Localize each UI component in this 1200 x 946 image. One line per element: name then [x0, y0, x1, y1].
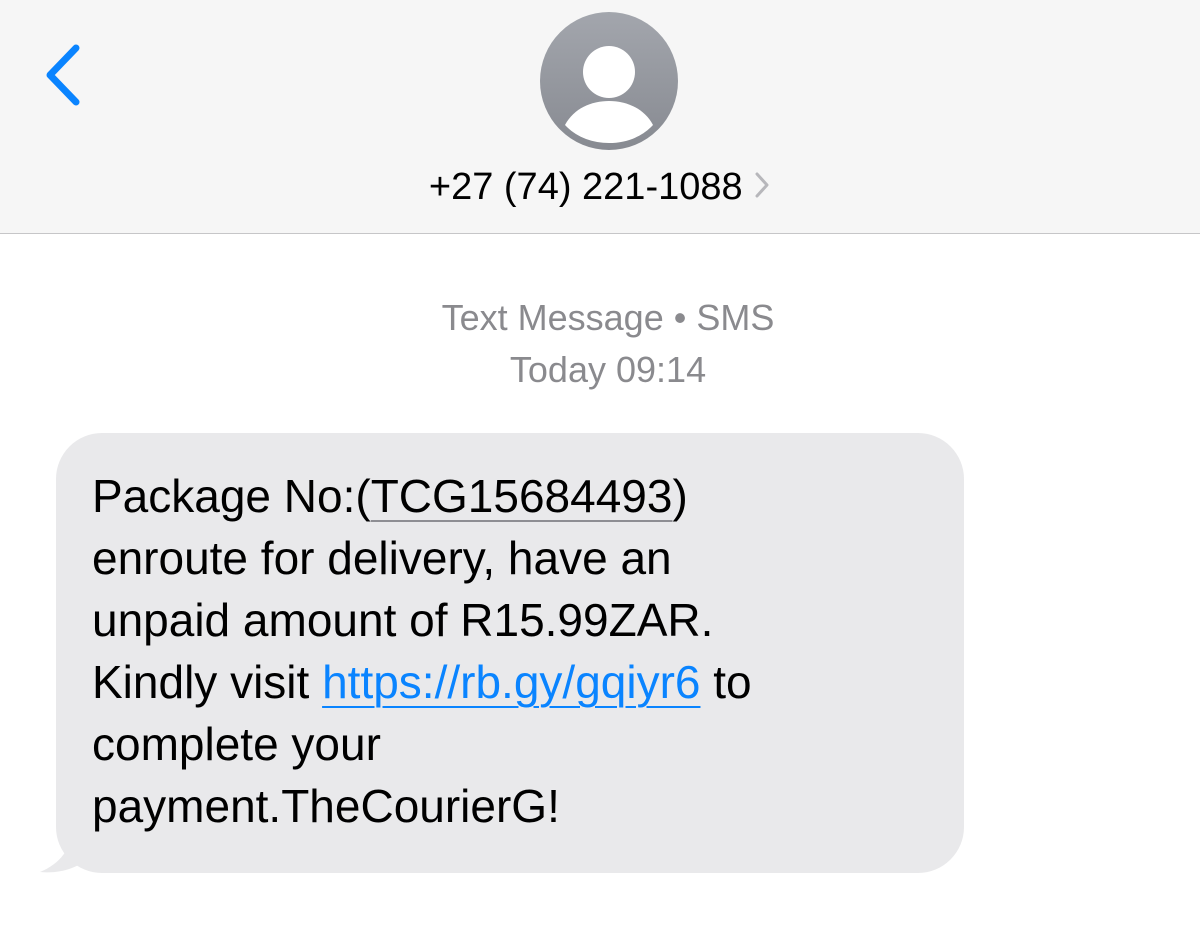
tracking-number[interactable]: TCG15684493	[371, 470, 673, 522]
message-link-lead: Kindly visit	[92, 656, 323, 708]
message-line-3: unpaid amount of R15.99ZAR.	[92, 594, 714, 646]
message-line-5: complete your	[92, 718, 381, 770]
avatar[interactable]	[540, 12, 678, 150]
conversation-header: +27 (74) 221-1088	[0, 0, 1200, 234]
message-link[interactable]: https://rb.gy/gqiyr6	[322, 656, 700, 708]
contact-details-button[interactable]: +27 (74) 221-1088	[0, 162, 1200, 212]
conversation-meta: Text Message • SMS Today 09:14	[0, 292, 1200, 396]
service-type: SMS	[696, 297, 775, 338]
message-line-2: enroute for delivery, have an	[92, 532, 672, 584]
timestamp-row: Today 09:14	[16, 344, 1200, 396]
back-button[interactable]	[38, 40, 88, 110]
message-bubble[interactable]: Package No:(TCG15684493) enroute for del…	[56, 433, 964, 873]
service-separator: •	[673, 297, 687, 338]
message-line-1: Package No:(TCG15684493)	[92, 465, 924, 527]
message-prefix: Package No:(	[92, 470, 371, 522]
chevron-left-icon	[46, 44, 80, 106]
message-line-4: Kindly visit https://rb.gy/gqiyr6 to	[92, 651, 924, 713]
chevron-right-icon	[755, 172, 769, 198]
timestamp-day: Today	[509, 349, 606, 390]
message-line-6: payment.TheCourierG!	[92, 780, 560, 832]
contact-name: +27 (74) 221-1088	[428, 166, 743, 208]
service-label: Text Message	[441, 297, 664, 338]
message-suffix: )	[672, 470, 688, 522]
message-link-trail: to	[700, 656, 752, 708]
person-icon	[565, 46, 653, 143]
service-label-row: Text Message • SMS	[16, 292, 1200, 344]
timestamp-time: 09:14	[616, 349, 707, 390]
